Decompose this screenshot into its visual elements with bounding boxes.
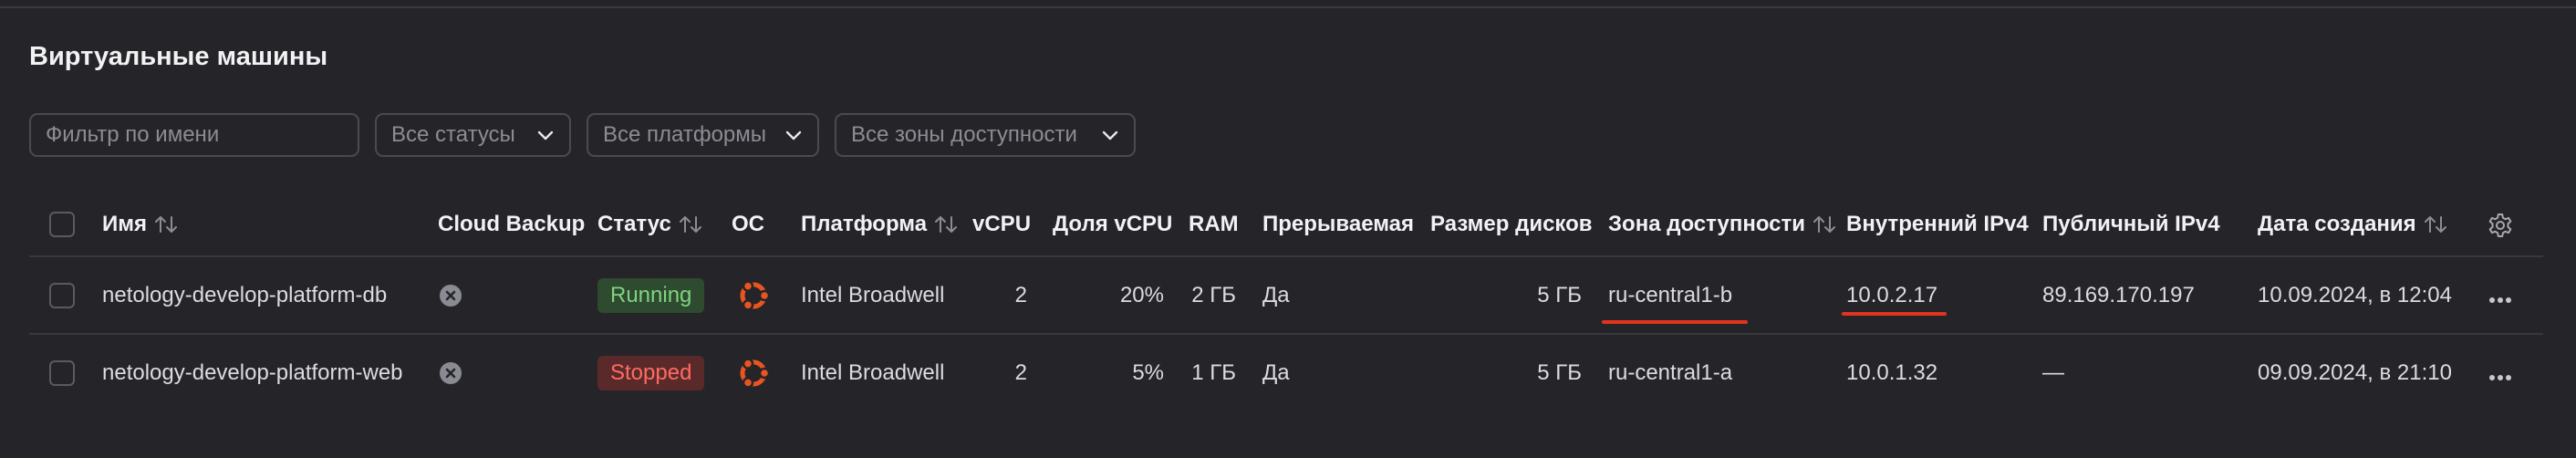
cloud-backup-off-icon xyxy=(439,284,462,307)
row-checkbox[interactable] xyxy=(49,360,75,386)
column-header-status[interactable]: Статус xyxy=(597,206,702,243)
status-cell: Stopped xyxy=(597,356,705,390)
zone-highlight-underline xyxy=(1602,320,1748,324)
public-ip-cell: — xyxy=(2042,360,2064,385)
zone-filter-value: Все зоны доступности xyxy=(851,122,1077,147)
status-cell: Running xyxy=(597,278,705,313)
created-cell: 09.09.2024, в 21:10 xyxy=(2258,360,2452,385)
row-checkbox[interactable] xyxy=(49,283,75,308)
sort-icon[interactable] xyxy=(1813,214,1836,234)
status-filter-value: Все статусы xyxy=(391,122,515,147)
table-divider xyxy=(29,333,2543,335)
column-header-os-label: ОС xyxy=(732,212,764,236)
column-header-vcpu-share: Доля vCPU xyxy=(1053,206,1172,243)
sort-icon[interactable] xyxy=(679,214,702,234)
column-header-internal-ip-label: Внутренний IPv4 xyxy=(1846,212,2029,236)
gear-icon[interactable] xyxy=(2487,212,2514,239)
created-cell: 10.09.2024, в 12:04 xyxy=(2258,283,2452,307)
platform-filter-select[interactable]: Все платформы xyxy=(587,113,819,157)
status-filter-select[interactable]: Все статусы xyxy=(375,113,571,157)
table-divider xyxy=(29,255,2543,257)
column-header-preemptible-label: Прерываемая xyxy=(1262,212,1415,236)
ram-cell: 2 ГБ xyxy=(1191,283,1236,307)
column-header-name[interactable]: Имя xyxy=(102,206,178,243)
internal-ip-cell: 10.0.1.32 xyxy=(1846,360,1938,385)
vm-name[interactable]: netology-develop-platform-web xyxy=(102,357,403,390)
sort-icon[interactable] xyxy=(934,214,958,234)
platform-cell: Intel Broadwell xyxy=(801,283,945,307)
column-header-platform-label: Платформа xyxy=(801,212,928,236)
column-header-zone[interactable]: Зона доступности xyxy=(1608,206,1836,243)
zone-cell: ru-central1-a xyxy=(1608,360,1733,385)
vm-name[interactable]: netology-develop-platform-db xyxy=(102,279,387,312)
more-actions-icon[interactable] xyxy=(2489,370,2511,380)
column-header-os: ОС xyxy=(732,206,764,243)
name-filter-input[interactable]: Фильтр по имени xyxy=(29,113,359,157)
more-actions-icon[interactable] xyxy=(2489,292,2511,303)
platform-cell: Intel Broadwell xyxy=(801,360,945,385)
vcpu-cell: 2 xyxy=(1014,283,1027,307)
disk-size-cell: 5 ГБ xyxy=(1537,283,1582,307)
column-header-created-label: Дата создания xyxy=(2258,212,2416,236)
ubuntu-icon xyxy=(733,353,774,393)
vcpu-share-cell: 20% xyxy=(1119,283,1164,307)
column-header-ram: RAM xyxy=(1189,206,1239,243)
chevron-down-icon xyxy=(536,126,555,144)
column-header-zone-label: Зона доступности xyxy=(1608,212,1806,236)
column-header-disk-size-label: Размер дисков xyxy=(1430,212,1593,236)
disk-size-cell: 5 ГБ xyxy=(1537,360,1582,385)
sort-icon[interactable] xyxy=(2424,214,2447,234)
preemptible-cell: Да xyxy=(1262,283,1290,307)
column-header-preemptible: Прерываемая xyxy=(1262,206,1414,243)
column-header-disk-size: Размер дисков xyxy=(1430,206,1593,243)
sort-icon[interactable] xyxy=(154,214,178,234)
preemptible-cell: Да xyxy=(1262,360,1290,385)
column-header-vcpu: vCPU xyxy=(972,206,1031,243)
zone-cell: ru-central1-b xyxy=(1608,283,1733,307)
vcpu-cell: 2 xyxy=(1014,360,1027,385)
status-badge: Stopped xyxy=(597,356,705,390)
chevron-down-icon xyxy=(784,126,803,144)
ubuntu-icon xyxy=(733,276,774,316)
column-header-name-label: Имя xyxy=(102,212,148,236)
column-header-vcpu-share-label: Доля vCPU xyxy=(1053,212,1173,236)
zone-filter-select[interactable]: Все зоны доступности xyxy=(835,113,1136,157)
column-header-status-label: Статус xyxy=(597,212,671,236)
internal-ip-highlight-underline xyxy=(1842,312,1947,316)
column-header-public-ip-label: Публичный IPv4 xyxy=(2042,212,2220,236)
column-header-vcpu-label: vCPU xyxy=(972,212,1032,236)
vcpu-share-cell: 5% xyxy=(1132,360,1164,385)
select-all-checkbox[interactable] xyxy=(49,212,75,237)
top-divider xyxy=(0,6,2576,8)
status-badge: Running xyxy=(597,278,705,313)
column-header-cloud-backup-label: Cloud Backup xyxy=(438,212,586,236)
platform-filter-value: Все платформы xyxy=(603,122,767,147)
page-title: Виртуальные машины xyxy=(29,42,328,71)
chevron-down-icon xyxy=(1101,126,1119,144)
name-filter-placeholder: Фильтр по имени xyxy=(46,122,220,147)
column-header-public-ip: Публичный IPv4 xyxy=(2042,206,2220,243)
column-header-internal-ip: Внутренний IPv4 xyxy=(1846,206,2029,243)
ram-cell: 1 ГБ xyxy=(1191,360,1236,385)
public-ip-cell: 89.169.170.197 xyxy=(2042,283,2195,307)
column-header-ram-label: RAM xyxy=(1189,212,1239,236)
cloud-backup-off-icon xyxy=(439,361,462,385)
column-header-created[interactable]: Дата создания xyxy=(2258,206,2447,243)
column-header-platform[interactable]: Платформа xyxy=(801,206,958,243)
column-header-cloud-backup: Cloud Backup xyxy=(438,206,585,243)
internal-ip-cell: 10.0.2.17 xyxy=(1846,283,1938,307)
